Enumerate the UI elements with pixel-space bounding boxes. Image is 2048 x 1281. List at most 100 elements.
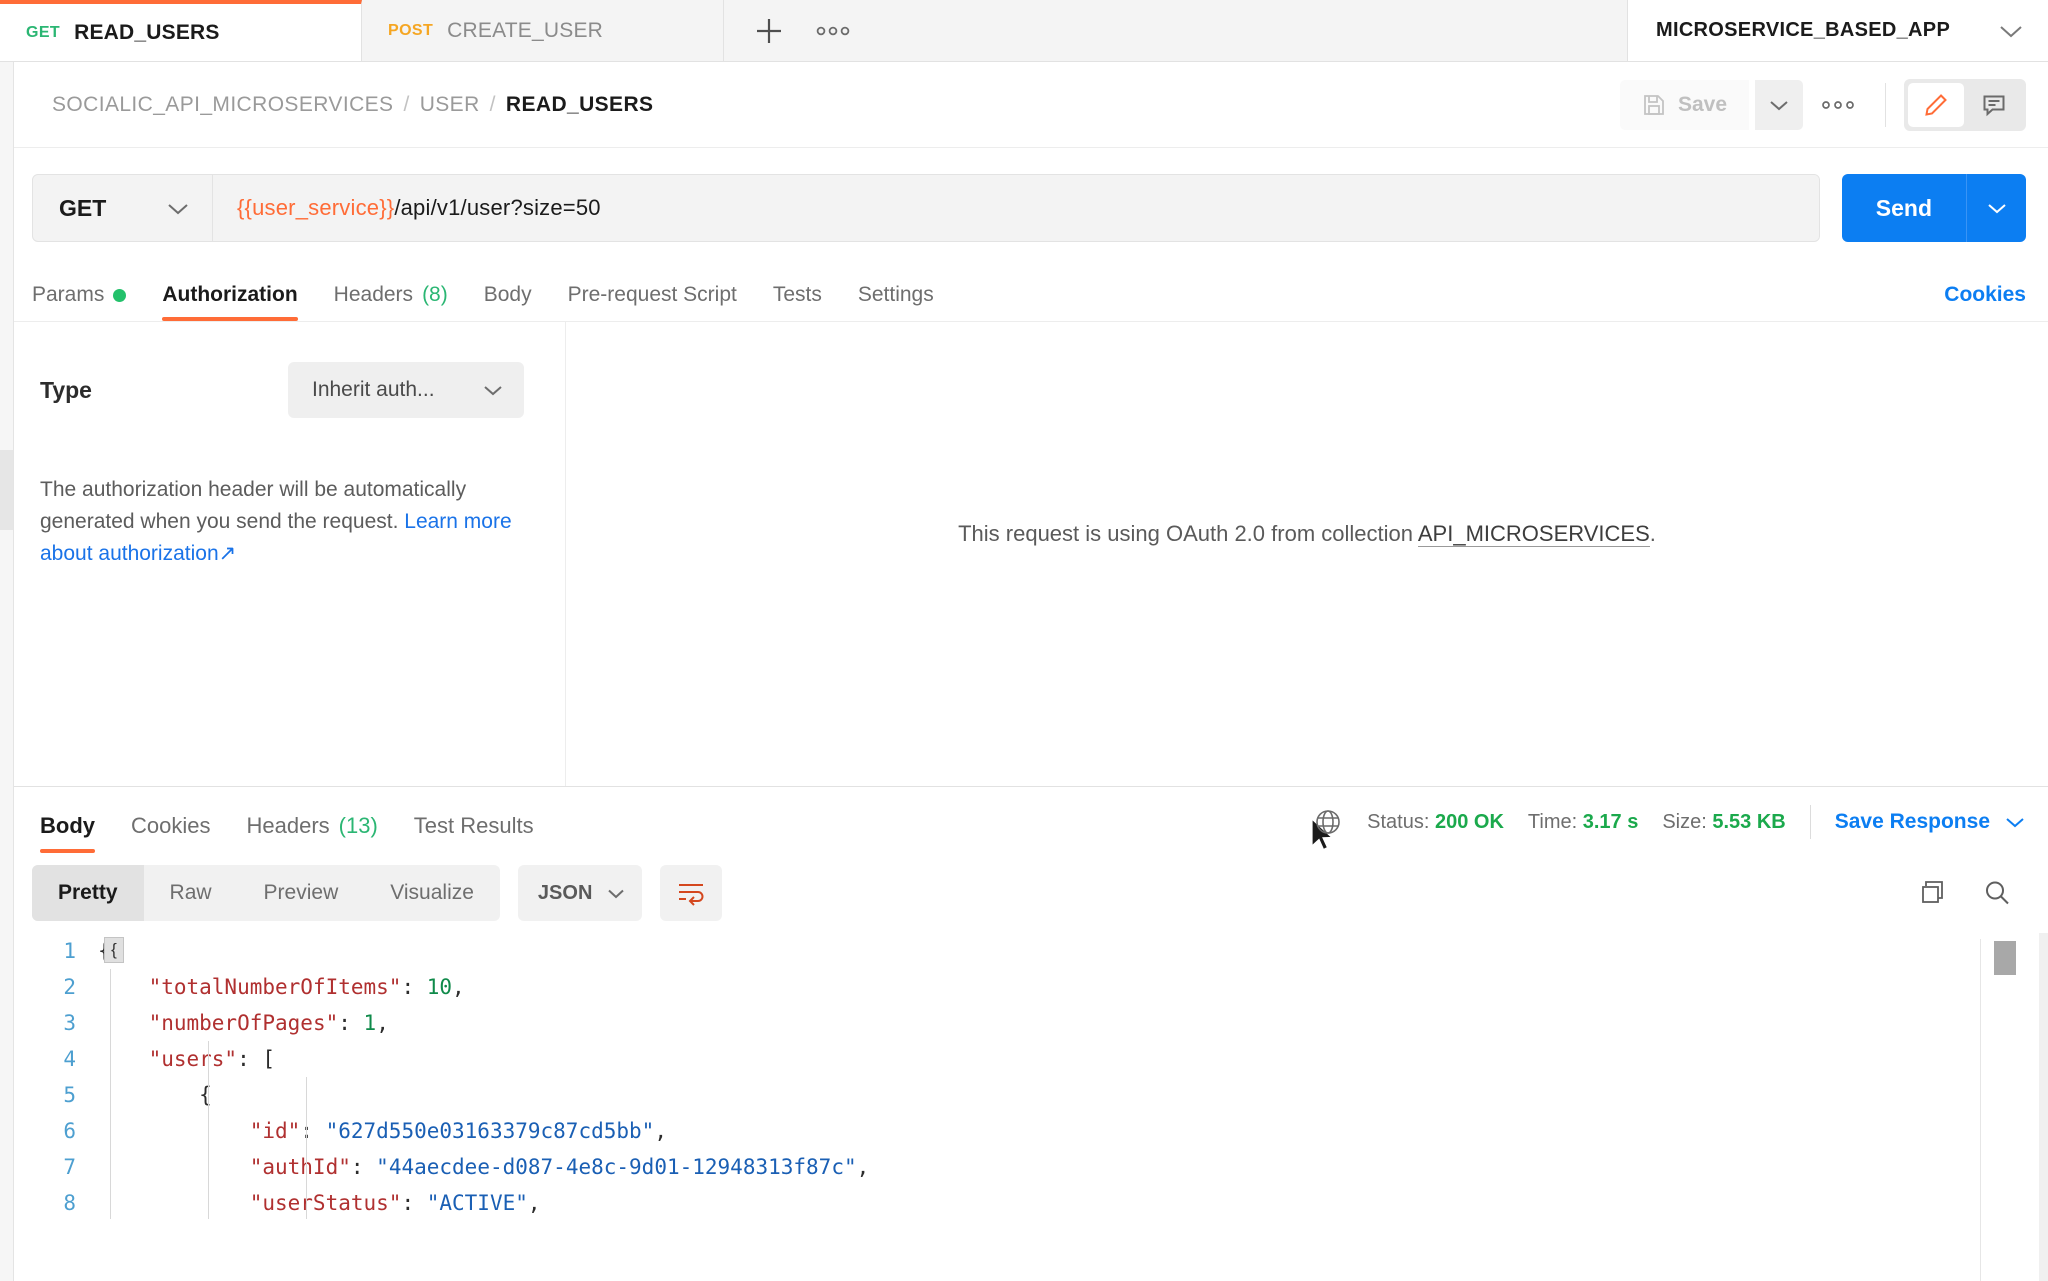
time-item: Time: 3.17 s [1528, 811, 1638, 834]
code-line: "id": "627d550e03163379c87cd5bb", [98, 1113, 869, 1149]
line-number: 1 [63, 939, 76, 963]
url-input[interactable]: {{user_service}}/api/v1/user?size=50 [213, 175, 1819, 241]
http-method-select[interactable]: GET [33, 175, 213, 241]
workspace-name: MICROSERVICE_BASED_APP [1656, 19, 1951, 41]
code-lines: { "totalNumberOfItems": 10, "numberOfPag… [98, 933, 869, 1221]
url-path: /api/v1/user?size=50 [394, 195, 601, 220]
send-group: Send [1841, 174, 2026, 242]
save-label: Save [1677, 92, 1727, 116]
response-tab-body[interactable]: Body [22, 813, 113, 853]
toolbar-divider [1885, 82, 1886, 127]
response-tab-test-results[interactable]: Test Results [396, 813, 552, 853]
response-view-modes: Pretty Raw Preview Visualize [32, 865, 500, 921]
save-options-button[interactable] [1755, 79, 1803, 130]
tab-pre-request-script[interactable]: Pre-request Script [550, 283, 755, 321]
code-token: 10 [426, 975, 453, 999]
line-number: 6 [63, 1119, 76, 1143]
new-tab-button[interactable] [742, 8, 796, 54]
save-response-label: Save Response [1834, 810, 1990, 833]
meta-divider [1809, 805, 1811, 839]
code-token: : [338, 1011, 364, 1035]
authorization-left-pane: Type Inherit auth... The authorization h… [0, 322, 566, 786]
chevron-down-icon [606, 887, 626, 900]
tab-headers-count: (8) [422, 283, 448, 306]
tab-settings[interactable]: Settings [840, 283, 952, 321]
line-number: 3 [63, 1011, 76, 1035]
postman-app: GET READ_USERS POST CREATE_USER MICROSER… [0, 0, 2048, 1281]
oauth-collection-link[interactable]: API_MICROSERVICES [1417, 521, 1650, 547]
time-label: Time: [1527, 810, 1578, 833]
auth-type-row: Type Inherit auth... [40, 362, 541, 418]
view-visualize-button[interactable]: Visualize [364, 865, 500, 921]
code-token: "ACTIVE" [426, 1191, 528, 1215]
request-section-tabs: Params Authorization Headers (8) Body Pr… [0, 264, 2048, 322]
breadcrumb: SOCIALIC_API_MICROSERVICES / USER / READ… [52, 93, 653, 117]
code-fold-toggle[interactable]: { [104, 937, 124, 963]
view-preview-button[interactable]: Preview [238, 865, 365, 921]
edit-mode-button[interactable] [1908, 82, 1964, 127]
code-token: , [452, 975, 465, 999]
tab-method-get: GET [26, 23, 61, 41]
response-section-tabs: Body Cookies Headers (13) Test Results S… [0, 787, 2048, 853]
response-tab-body-label: Body [40, 813, 95, 838]
code-scrollbar[interactable] [1980, 939, 2034, 1281]
tab-headers-label: Headers [333, 283, 414, 306]
response-body-viewer: 1 2 3 4 5 6 7 8 { "totalNumberOfItems": … [0, 933, 2048, 1281]
auth-type-select[interactable]: Inherit auth... [287, 362, 524, 418]
wrap-lines-button[interactable] [659, 865, 722, 921]
authorization-right-pane: This request is using OAuth 2.0 from col… [566, 322, 2048, 851]
search-icon[interactable] [1982, 878, 2012, 908]
code-token: , [654, 1119, 667, 1143]
save-response-button[interactable]: Save Response [1835, 810, 2026, 834]
authorization-panel: Type Inherit auth... The authorization h… [0, 322, 2048, 851]
send-button[interactable]: Send [1841, 174, 1966, 242]
tab-body[interactable]: Body [466, 283, 550, 321]
response-tab-cookies[interactable]: Cookies [113, 813, 228, 853]
page-scrollbar-track[interactable] [2039, 933, 2048, 1281]
tab-params-label: Params [32, 283, 105, 306]
line-number: 2 [63, 975, 76, 999]
code-scrollbar-thumb[interactable] [1994, 941, 2016, 975]
indent-guide [208, 1041, 209, 1219]
tab-headers[interactable]: Headers (8) [316, 283, 466, 321]
tab-settings-label: Settings [857, 283, 934, 306]
status-label: Status: [1367, 810, 1430, 833]
response-tab-headers[interactable]: Headers (13) [228, 813, 395, 853]
request-tab-create-user[interactable]: POST CREATE_USER [362, 0, 724, 61]
code-line: "numberOfPages": 1, [98, 1005, 869, 1041]
code-token: , [856, 1155, 870, 1179]
code-token: "44aecdee-d087-4e8c-9d01-12948313f87c" [376, 1155, 857, 1179]
sidebar-drag-handle[interactable] [0, 450, 13, 530]
breadcrumb-folder[interactable]: USER [420, 93, 480, 117]
view-mode-toggle [1904, 78, 2026, 131]
tabbar-more-icon[interactable] [806, 8, 860, 54]
tab-params[interactable]: Params [32, 283, 144, 321]
response-format-select[interactable]: JSON [517, 865, 642, 921]
request-more-icon[interactable] [1809, 80, 1867, 130]
code-token: "id" [249, 1119, 301, 1143]
code-token: "totalNumberOfItems" [148, 975, 402, 999]
send-options-button[interactable] [1966, 174, 2026, 242]
breadcrumb-actions: Save [1619, 78, 2026, 131]
workspace-selector[interactable]: MICROSERVICE_BASED_APP [1628, 0, 2048, 61]
response-tab-headers-count: (13) [338, 813, 378, 838]
request-tab-read-users[interactable]: GET READ_USERS [0, 0, 362, 61]
code-editor[interactable]: 1 2 3 4 5 6 7 8 { "totalNumberOfItems": … [32, 933, 2048, 1221]
comment-mode-button[interactable] [1966, 83, 2022, 127]
auth-help-body: The authorization header will be automat… [40, 478, 467, 533]
response-view-toolbar: Pretty Raw Preview Visualize JSON [0, 853, 2048, 933]
save-button[interactable]: Save [1619, 79, 1749, 130]
network-globe-icon[interactable] [1313, 807, 1343, 837]
auth-type-value: Inherit auth... [311, 378, 435, 401]
tab-authorization[interactable]: Authorization [144, 283, 315, 321]
tab-tests[interactable]: Tests [755, 283, 840, 321]
view-pretty-button[interactable]: Pretty [32, 865, 144, 921]
copy-icon[interactable] [1918, 878, 1948, 908]
tab-label-create-user: CREATE_USER [447, 18, 604, 42]
view-raw-button[interactable]: Raw [144, 865, 238, 921]
status-value: 200 OK [1434, 810, 1504, 833]
cookies-link[interactable]: Cookies [1944, 283, 2026, 321]
breadcrumb-collection[interactable]: SOCIALIC_API_MICROSERVICES [52, 93, 393, 117]
code-line: { [98, 1077, 869, 1113]
